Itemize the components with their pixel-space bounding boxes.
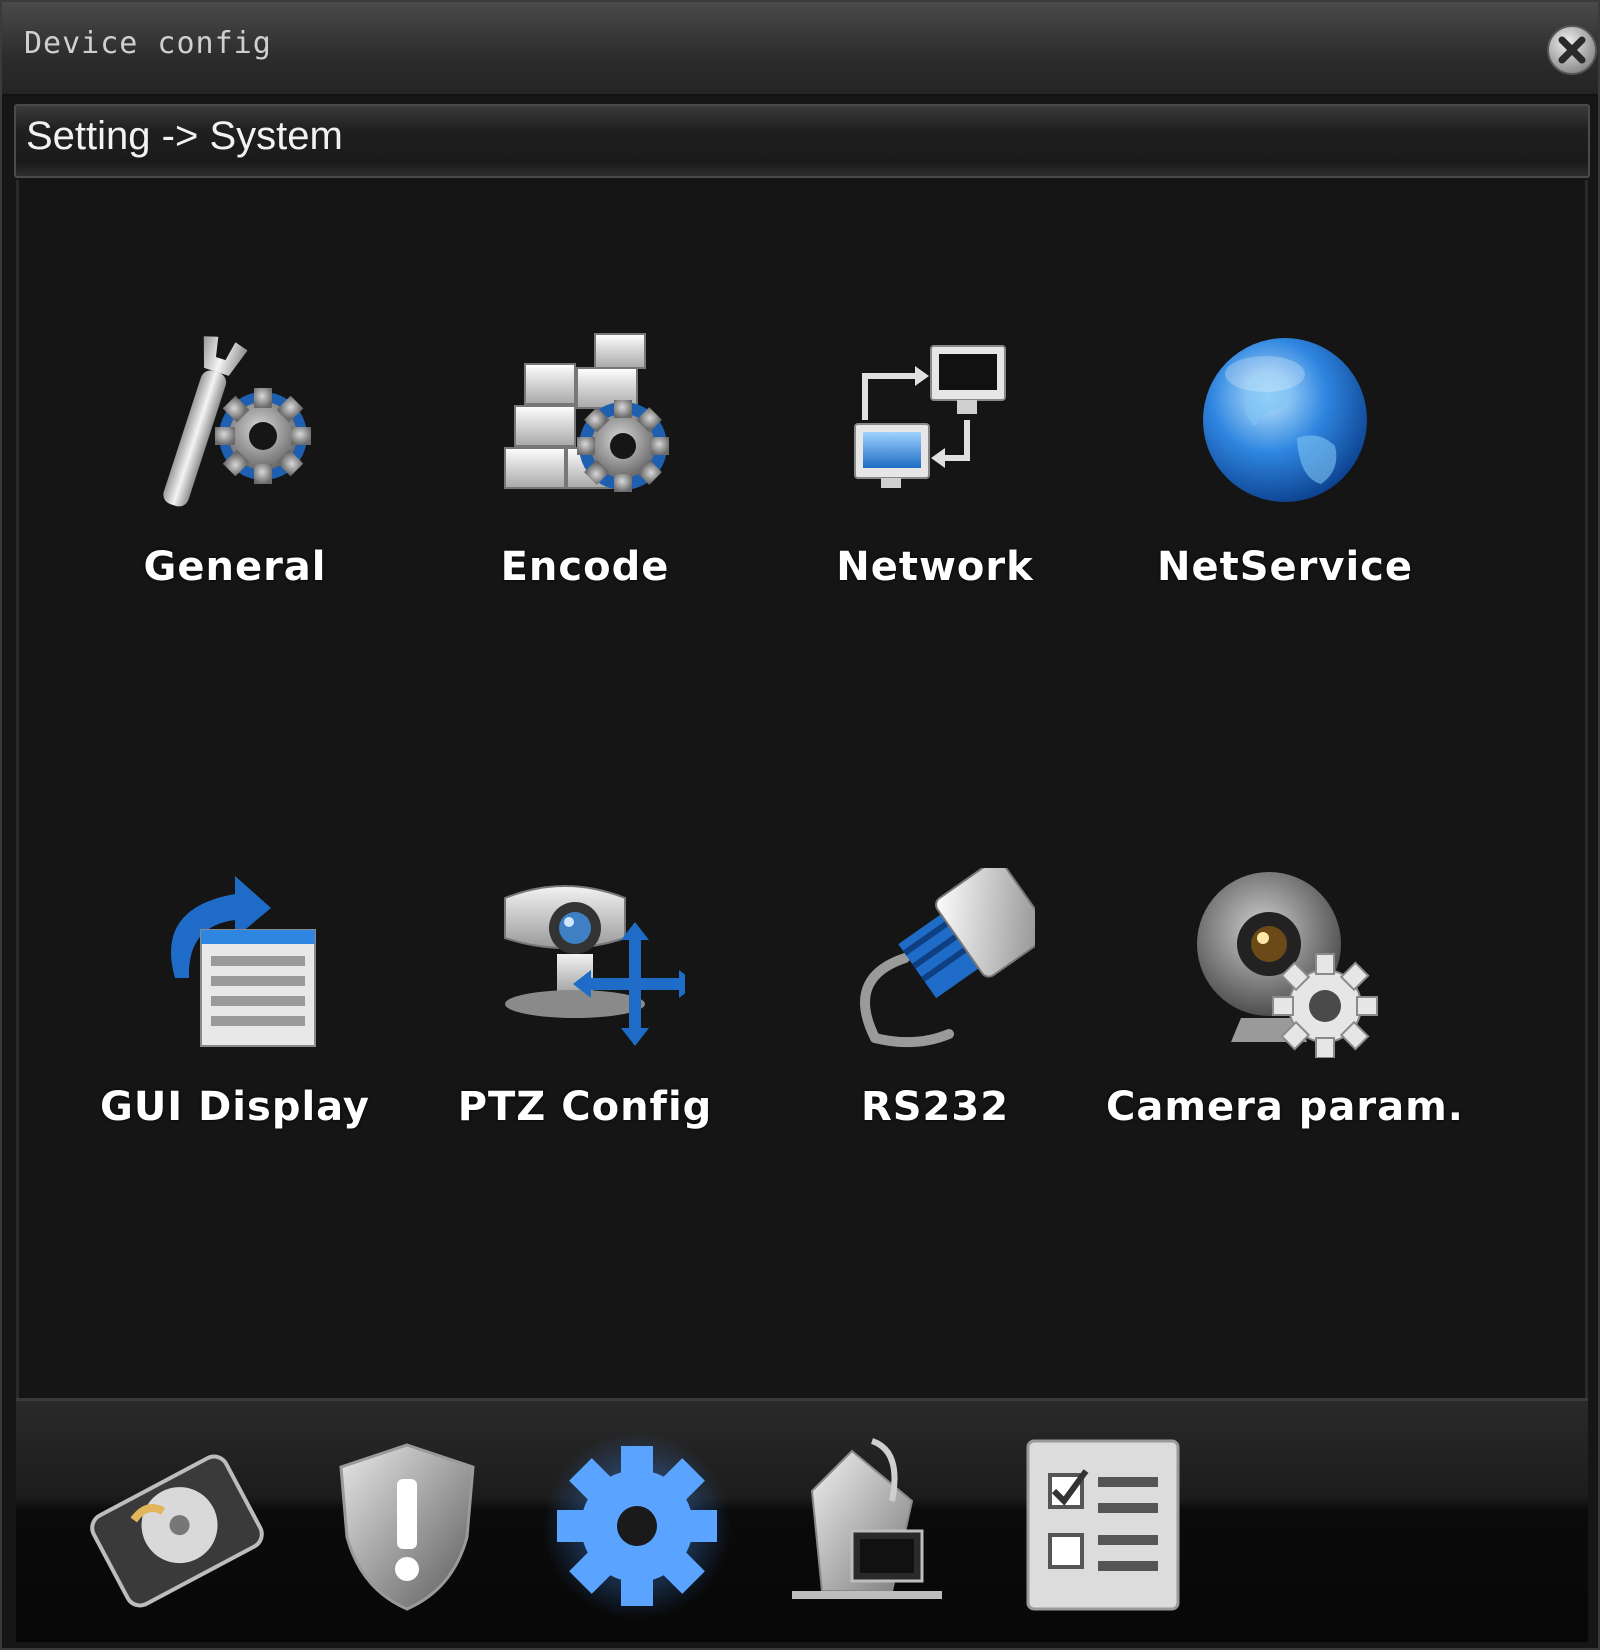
dock-system[interactable] — [542, 1431, 732, 1621]
device-config-window: Device config Setting -> System General … — [0, 0, 1600, 1650]
alarm-shield-icon — [339, 1443, 475, 1611]
globe-icon — [1203, 338, 1367, 502]
display-list-icon — [171, 876, 316, 1047]
window-title: Device config — [24, 26, 272, 61]
tile-label: RS232 — [860, 1084, 1010, 1130]
tile-label: General — [143, 544, 327, 590]
dock-record[interactable] — [82, 1431, 272, 1621]
title-bar: Device config — [2, 2, 1598, 96]
main-menu-dock — [16, 1398, 1588, 1642]
tile-general[interactable]: General — [55, 328, 415, 628]
dock-info[interactable] — [1002, 1431, 1192, 1621]
hard-disk-icon — [90, 1454, 264, 1608]
tile-netservice[interactable]: NetService — [1105, 328, 1465, 628]
checklist-info-icon — [1026, 1439, 1180, 1611]
close-button[interactable] — [1546, 24, 1598, 76]
tile-label: PTZ Config — [457, 1084, 713, 1130]
close-icon — [1547, 25, 1597, 75]
tile-ptz-config[interactable]: PTZ Config — [405, 868, 765, 1168]
tile-label: Encode — [500, 544, 670, 590]
tile-label: NetService — [1156, 544, 1413, 590]
dock-management[interactable] — [772, 1431, 962, 1621]
wrench-gear-icon — [163, 336, 311, 507]
webcam-gear-icon — [1197, 872, 1378, 1058]
settings-grid: General Encode Network NetService GUI Di… — [16, 180, 1588, 1398]
network-computers-icon — [854, 345, 1006, 488]
ptz-camera-icon — [504, 885, 685, 1046]
tile-label: Network — [836, 544, 1034, 590]
tile-rs232[interactable]: RS232 — [755, 868, 1115, 1168]
breadcrumb-bar: Setting -> System — [14, 104, 1590, 178]
tile-camera-param[interactable]: Camera param. — [1105, 868, 1465, 1168]
breadcrumb: Setting -> System — [26, 114, 343, 158]
system-gear-icon — [543, 1432, 731, 1620]
dock-alarm[interactable] — [312, 1431, 502, 1621]
tile-gui-display[interactable]: GUI Display — [55, 868, 415, 1168]
tile-network[interactable]: Network — [755, 328, 1115, 628]
tile-label: Camera param. — [1105, 1084, 1465, 1130]
tile-encode[interactable]: Encode — [405, 328, 765, 628]
bricks-gear-icon — [504, 333, 669, 492]
management-tools-icon — [792, 1438, 942, 1599]
tile-label: GUI Display — [99, 1084, 371, 1130]
serial-connector-icon — [860, 868, 1035, 1048]
